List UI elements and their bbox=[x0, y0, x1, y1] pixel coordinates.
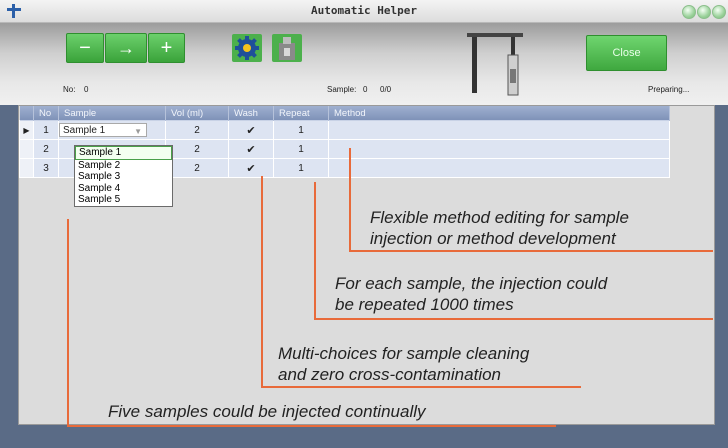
row-selector[interactable] bbox=[19, 139, 34, 159]
cell-vol[interactable]: 2 bbox=[165, 158, 229, 178]
callout-line-wash-v bbox=[261, 176, 263, 388]
sample-label: Sample: bbox=[327, 85, 357, 94]
remove-sample-button[interactable]: − bbox=[66, 33, 104, 63]
cell-no: 2 bbox=[33, 139, 59, 159]
annotation-wash-line1: Multi-choices for sample cleaning bbox=[278, 344, 530, 363]
cell-method[interactable] bbox=[328, 158, 670, 178]
annotation-wash-line2: and zero cross-contamination bbox=[278, 365, 502, 384]
cell-repeat[interactable]: 1 bbox=[273, 120, 329, 140]
cell-vol[interactable]: 2 bbox=[165, 120, 229, 140]
maximize-button[interactable] bbox=[697, 5, 711, 19]
annotation-repeat-line1: For each sample, the injection could bbox=[335, 274, 608, 293]
cell-no: 3 bbox=[33, 158, 59, 178]
frame-right bbox=[713, 105, 728, 448]
callout-line-repeat-v bbox=[314, 182, 316, 320]
annotation-repeat-line2: be repeated 1000 times bbox=[335, 295, 514, 314]
annotation-sample: Five samples could be injected continual… bbox=[108, 402, 426, 421]
callout-line-repeat-h bbox=[314, 318, 713, 320]
sample-combobox-value: Sample 1 bbox=[63, 125, 106, 136]
callout-line-method-v bbox=[349, 148, 351, 252]
cell-no: 1 bbox=[33, 120, 59, 140]
annotation-method-line2: injection or method development bbox=[370, 229, 616, 248]
gear-icon bbox=[232, 34, 262, 62]
close-window-button[interactable] bbox=[712, 5, 726, 19]
settings-button[interactable] bbox=[230, 33, 264, 63]
dropdown-option-sample-4[interactable]: Sample 4 bbox=[75, 183, 172, 195]
cell-wash-checkbox[interactable]: ✔ bbox=[228, 158, 274, 178]
reagent-button[interactable] bbox=[270, 33, 304, 63]
row-selector[interactable] bbox=[19, 158, 34, 178]
cell-sample[interactable]: Sample 1 ▼ bbox=[58, 120, 166, 140]
row-selector[interactable]: ▶ bbox=[19, 120, 34, 140]
title-bar: Automatic Helper bbox=[0, 0, 728, 23]
cell-method[interactable] bbox=[328, 139, 670, 159]
annotation-wash: Multi-choices for sample cleaning and ze… bbox=[278, 343, 529, 385]
automatic-helper-window: Automatic Helper − → + Close No: 0 Sampl… bbox=[0, 0, 728, 448]
frame-left bbox=[0, 105, 18, 448]
column-repeat[interactable]: Repeat bbox=[273, 106, 329, 121]
cell-wash-checkbox[interactable]: ✔ bbox=[228, 120, 274, 140]
cell-method[interactable] bbox=[328, 120, 670, 140]
annotation-method-line1: Flexible method editing for sample bbox=[370, 208, 629, 227]
annotation-repeat: For each sample, the injection could be … bbox=[335, 273, 607, 315]
cell-repeat[interactable]: 1 bbox=[273, 158, 329, 178]
column-method[interactable]: Method bbox=[328, 106, 670, 121]
current-row-icon: ▶ bbox=[23, 125, 30, 135]
toolbar: − → + Close No: 0 Sample: 0 0/0 Preparin… bbox=[0, 23, 728, 105]
cell-wash-checkbox[interactable]: ✔ bbox=[228, 139, 274, 159]
callout-line-sample-h bbox=[67, 425, 556, 427]
dropdown-option-sample-2[interactable]: Sample 2 bbox=[75, 160, 172, 172]
add-sample-button[interactable]: + bbox=[148, 33, 185, 63]
sample-dropdown-list: Sample 1 Sample 2 Sample 3 Sample 4 Samp… bbox=[74, 145, 173, 207]
status-text: Preparing... bbox=[648, 85, 690, 94]
no-label: No: bbox=[63, 85, 76, 94]
table-row[interactable]: ▶ 1 Sample 1 ▼ 2 ✔ 1 bbox=[19, 120, 670, 140]
sample-progress: 0/0 bbox=[380, 85, 392, 94]
column-wash[interactable]: Wash bbox=[228, 106, 274, 121]
table-header: No Sample Vol (ml) Wash Repeat Method bbox=[19, 106, 670, 121]
callout-line-wash-h bbox=[261, 386, 581, 388]
next-button[interactable]: → bbox=[105, 33, 147, 63]
column-no[interactable]: No bbox=[33, 106, 59, 121]
close-button[interactable]: Close bbox=[586, 35, 667, 71]
callout-line-sample-v bbox=[67, 219, 69, 427]
column-sample[interactable]: Sample bbox=[58, 106, 166, 121]
column-vol[interactable]: Vol (ml) bbox=[165, 106, 229, 121]
annotation-method: Flexible method editing for sample injec… bbox=[370, 207, 629, 249]
cell-repeat[interactable]: 1 bbox=[273, 139, 329, 159]
dropdown-option-sample-5[interactable]: Sample 5 bbox=[75, 194, 172, 206]
dropdown-option-sample-3[interactable]: Sample 3 bbox=[75, 171, 172, 183]
sample-value: 0 bbox=[363, 85, 368, 94]
syringe-stand-icon bbox=[467, 33, 523, 96]
dropdown-option-sample-1[interactable]: Sample 1 bbox=[75, 146, 172, 160]
callout-line-method-h bbox=[349, 250, 713, 252]
bottle-icon bbox=[272, 34, 302, 62]
minimize-button[interactable] bbox=[682, 5, 696, 19]
chevron-down-icon[interactable]: ▼ bbox=[134, 125, 142, 139]
row-header-corner bbox=[19, 106, 34, 121]
cell-vol[interactable]: 2 bbox=[165, 139, 229, 159]
sample-combobox[interactable]: Sample 1 ▼ bbox=[59, 123, 147, 137]
window-title: Automatic Helper bbox=[311, 4, 417, 17]
no-value: 0 bbox=[84, 85, 89, 94]
